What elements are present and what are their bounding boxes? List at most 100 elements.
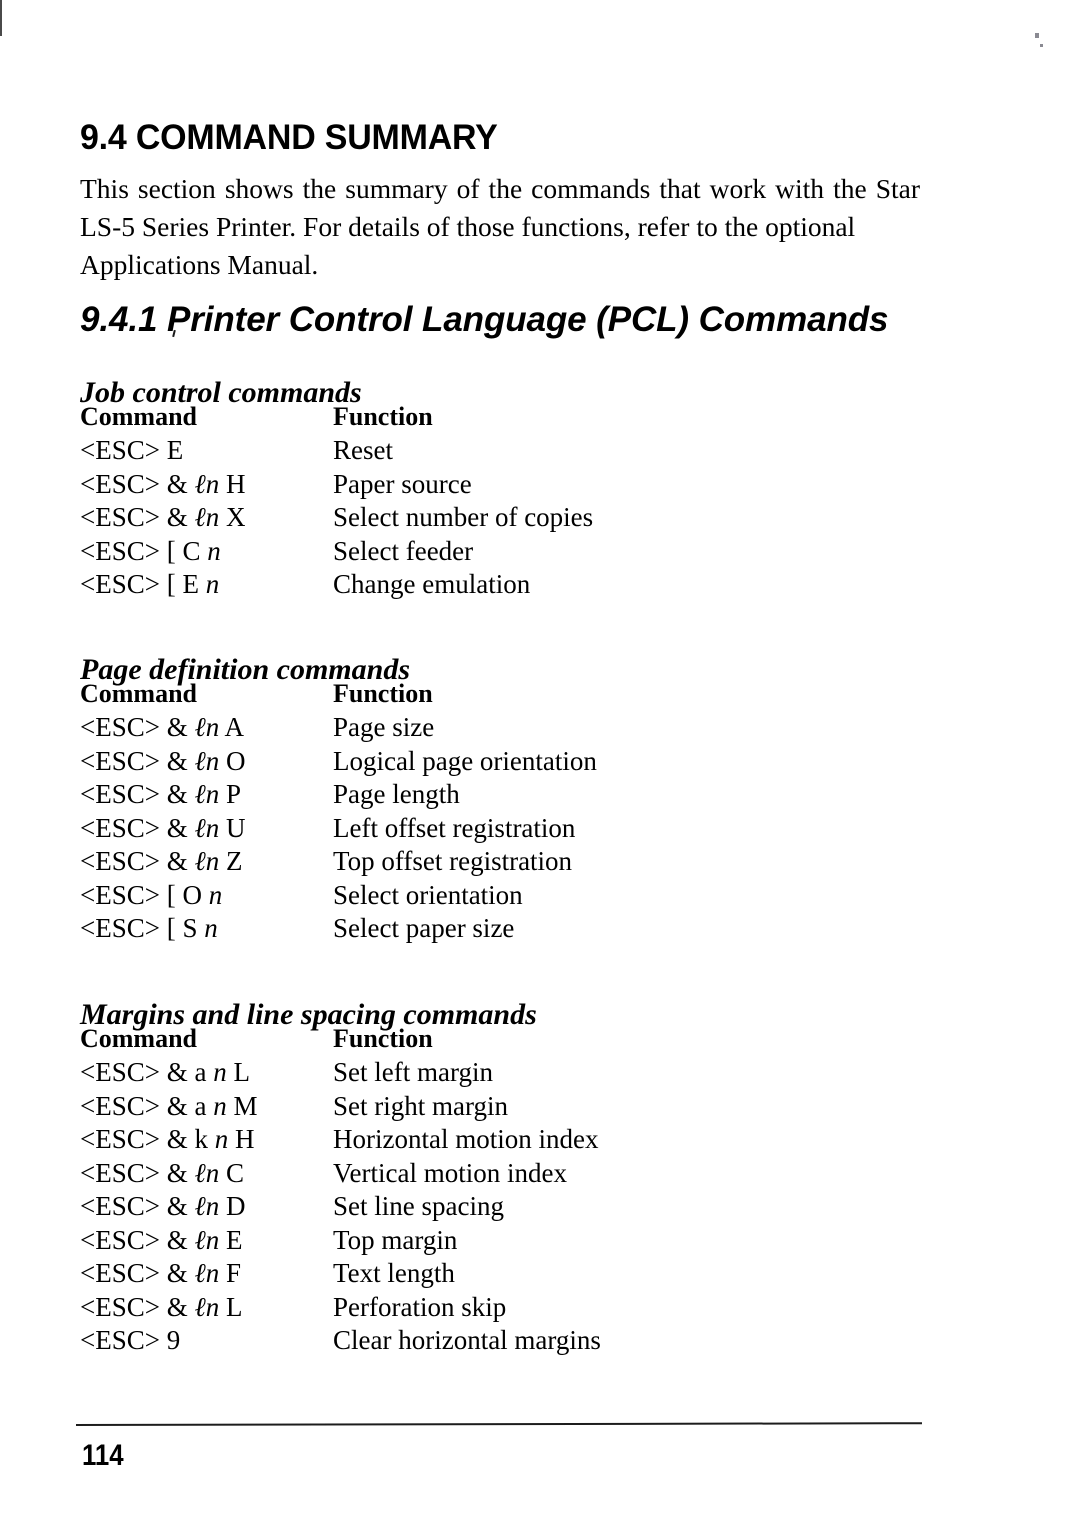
cmd-prefix: <ESC> [ S bbox=[80, 913, 205, 943]
table-row: <ESC> & ℓn E Top margin bbox=[80, 1224, 700, 1258]
cell-command: <ESC> [ S n bbox=[80, 912, 333, 946]
column-header-function: Function bbox=[333, 1024, 433, 1053]
cmd-prefix: <ESC> [ E bbox=[80, 569, 206, 599]
cell-command: <ESC> & ℓn H bbox=[80, 468, 333, 502]
cmd-suffix: H bbox=[228, 1124, 255, 1154]
table-row: <ESC> [ E n Change emulation bbox=[80, 568, 700, 602]
cmd-prefix: <ESC> & bbox=[80, 502, 195, 532]
cmd-prefix: <ESC> & bbox=[80, 812, 195, 843]
cell-command: <ESC> & ℓn F bbox=[80, 1257, 333, 1291]
cmd-prefix: <ESC> & bbox=[80, 779, 195, 809]
cmd-suffix: O bbox=[219, 745, 246, 776]
table-row: <ESC> 9 Clear horizontal margins bbox=[80, 1324, 700, 1358]
cell-function: Page length bbox=[333, 779, 460, 809]
cmd-prefix: <ESC> [ O bbox=[80, 879, 209, 910]
cell-command: <ESC> & ℓn U bbox=[80, 812, 333, 846]
cmd-param: n bbox=[213, 1090, 227, 1121]
cell-function: Clear horizontal margins bbox=[333, 1325, 601, 1355]
cell-function: Set right margin bbox=[333, 1090, 508, 1121]
cmd-prefix: <ESC> & bbox=[80, 1224, 195, 1255]
table-header-row: Command Function bbox=[80, 677, 700, 711]
table-row: <ESC> & ℓn U Left offset registration bbox=[80, 812, 700, 846]
cmd-prefix: <ESC> 9 bbox=[80, 1325, 181, 1355]
cell-command: <ESC> & ℓn L bbox=[80, 1291, 333, 1325]
table-row: <ESC> & ℓn D Set line spacing bbox=[80, 1190, 700, 1224]
cell-function: Select paper size bbox=[333, 913, 515, 943]
cmd-suffix: L bbox=[226, 1057, 250, 1087]
table-row: <ESC> & ℓn L Perforation skip bbox=[80, 1291, 700, 1325]
command-table-job-control: Command Function <ESC> E Reset <ESC> & ℓ… bbox=[80, 400, 700, 602]
command-table-page-definition: Command Function <ESC> & ℓn A Page size … bbox=[80, 677, 700, 946]
table-row: <ESC> & ℓn F Text length bbox=[80, 1257, 700, 1291]
table-row: <ESC> & a n M Set right margin bbox=[80, 1090, 700, 1124]
cmd-param: n bbox=[207, 535, 221, 566]
intro-line-2: LS-5 Series Printer. For details of thos… bbox=[80, 210, 856, 242]
cmd-prefix: <ESC> & bbox=[80, 1191, 195, 1221]
cmd-prefix: <ESC> & a bbox=[80, 1057, 214, 1087]
cell-command: <ESC> & ℓn X bbox=[80, 501, 333, 535]
cmd-suffix: E bbox=[219, 1224, 243, 1255]
cmd-param: ℓn bbox=[194, 1291, 220, 1322]
cell-command: <ESC> [ E n bbox=[80, 568, 333, 602]
table-row: <ESC> [ C n Select feeder bbox=[80, 535, 700, 569]
table-row: <ESC> & ℓn H Paper source bbox=[80, 468, 700, 502]
cell-command: <ESC> & ℓn E bbox=[80, 1224, 333, 1258]
cell-function: Reset bbox=[333, 435, 393, 465]
document-page: 9.4 COMMAND SUMMARY This section shows t… bbox=[0, 0, 1080, 1523]
cmd-param: n bbox=[204, 913, 218, 943]
cmd-suffix: U bbox=[219, 812, 246, 843]
cmd-suffix: P bbox=[219, 779, 242, 809]
cmd-suffix: A bbox=[219, 712, 244, 742]
cmd-param: ℓn bbox=[194, 846, 220, 876]
cell-command: <ESC> [ O n bbox=[80, 879, 333, 913]
cell-command: <ESC> & a n L bbox=[80, 1056, 333, 1090]
cmd-prefix: <ESC> E bbox=[80, 435, 184, 465]
table-header-row: Command Function bbox=[80, 400, 700, 434]
table-header-row: Command Function bbox=[80, 1022, 700, 1056]
cmd-suffix: F bbox=[219, 1258, 242, 1288]
cmd-prefix: <ESC> & bbox=[80, 1291, 195, 1322]
cell-command: <ESC> & k n H bbox=[80, 1123, 333, 1157]
cmd-param: ℓn bbox=[194, 1224, 220, 1255]
cell-command: <ESC> & ℓn P bbox=[80, 778, 333, 812]
cmd-param: n bbox=[208, 879, 223, 910]
intro-line-3: Applications Manual. bbox=[80, 248, 319, 280]
cmd-suffix: D bbox=[219, 1191, 246, 1221]
cmd-suffix: M bbox=[226, 1090, 258, 1121]
cmd-param: ℓn bbox=[194, 468, 220, 499]
cell-function: Horizontal motion index bbox=[333, 1124, 599, 1154]
intro-paragraph: This section shows the summary of the co… bbox=[80, 170, 920, 284]
table-row: <ESC> & ℓn P Page length bbox=[80, 778, 700, 812]
cell-command: <ESC> & a n M bbox=[80, 1090, 333, 1124]
cell-function: Perforation skip bbox=[333, 1291, 507, 1322]
table-row: <ESC> [ S n Select paper size bbox=[80, 912, 700, 946]
cell-function: Top margin bbox=[333, 1224, 458, 1255]
cell-function: Paper source bbox=[333, 468, 472, 499]
cell-function: Logical page orientation bbox=[333, 745, 597, 776]
table-row: <ESC> E Reset bbox=[80, 434, 700, 468]
cmd-param: ℓn bbox=[194, 1258, 220, 1288]
cell-command: <ESC> & ℓn O bbox=[80, 745, 333, 779]
cmd-param: ℓn bbox=[194, 812, 220, 843]
command-table-margins-line-spacing: Command Function <ESC> & a n L Set left … bbox=[80, 1022, 700, 1358]
section-heading: 9.4 COMMAND SUMMARY bbox=[80, 118, 498, 158]
table-row: <ESC> & k n H Horizontal motion index bbox=[80, 1123, 700, 1157]
table-body: Command Function <ESC> & ℓn A Page size … bbox=[80, 677, 700, 946]
cmd-prefix: <ESC> [ C bbox=[80, 535, 208, 566]
cell-command: <ESC> & ℓn D bbox=[80, 1190, 333, 1224]
cmd-param: ℓn bbox=[194, 1191, 220, 1221]
cmd-prefix: <ESC> & a bbox=[80, 1090, 214, 1121]
cell-function: Vertical motion index bbox=[333, 1157, 567, 1188]
table-body: Command Function <ESC> & a n L Set left … bbox=[80, 1022, 700, 1358]
footer-divider bbox=[75, 1422, 923, 1426]
cmd-prefix: <ESC> & bbox=[80, 468, 195, 499]
cmd-param: n bbox=[214, 1124, 229, 1154]
page-number: 114 bbox=[82, 1439, 124, 1472]
cmd-prefix: <ESC> & bbox=[80, 745, 195, 776]
table-row: <ESC> & ℓn X Select number of copies bbox=[80, 501, 700, 535]
cell-function: Page size bbox=[333, 712, 435, 742]
cell-function: Select number of copies bbox=[333, 502, 594, 532]
table-body: Command Function <ESC> E Reset <ESC> & ℓ… bbox=[80, 400, 700, 602]
table-row: <ESC> & ℓn C Vertical motion index bbox=[80, 1157, 700, 1191]
cmd-prefix: <ESC> & k bbox=[80, 1124, 215, 1154]
